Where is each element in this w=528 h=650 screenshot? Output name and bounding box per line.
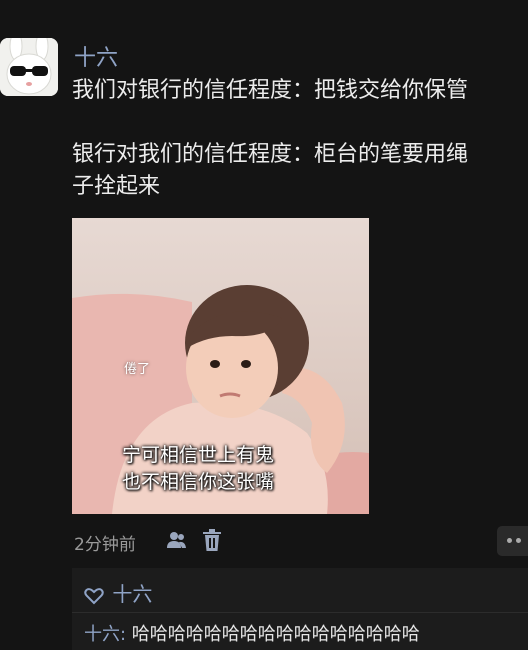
avatar[interactable] (0, 38, 58, 96)
heart-outline-icon (84, 587, 104, 604)
post-image[interactable]: 倦了 宁可相信世上有鬼 也不相信你这张嘴 (72, 218, 369, 514)
post-text-line-1: 我们对银行的信任程度：把钱交给你保管 (72, 78, 469, 103)
people-icon[interactable] (164, 528, 188, 552)
moments-post-page: 十六 我们对银行的信任程度：把钱交给你保管 银行对我们的信任程度：柜台的笔要用绳… (0, 0, 528, 650)
comment-separator: : (120, 624, 132, 645)
trash-icon[interactable] (201, 528, 223, 552)
more-icon[interactable] (497, 526, 528, 556)
post-timestamp: 2分钟前 (74, 535, 136, 555)
bunny-sunglasses-avatar-icon (0, 38, 58, 96)
more-dot-1 (507, 538, 512, 543)
image-caption-line-1: 宁可相信世上有鬼 (122, 444, 275, 466)
image-small-caption: 倦了 (124, 362, 151, 377)
comment-text: 哈哈哈哈哈哈哈哈哈哈哈哈哈哈哈哈 (131, 624, 420, 645)
post-author-name[interactable]: 十六 (74, 40, 118, 72)
image-caption-line-2: 也不相信你这张嘴 (122, 471, 275, 493)
comment-item[interactable]: 十六: 哈哈哈哈哈哈哈哈哈哈哈哈哈哈哈哈 (84, 620, 420, 646)
comment-author[interactable]: 十六 (84, 624, 120, 645)
liker-name[interactable]: 十六 (112, 582, 152, 606)
post-text-line-3: 子拴起来 (72, 174, 161, 199)
post-text-line-2: 银行对我们的信任程度：柜台的笔要用绳 (72, 142, 469, 167)
panel-divider (72, 612, 528, 613)
interaction-panel: 十六 十六: 哈哈哈哈哈哈哈哈哈哈哈哈哈哈哈哈 (72, 568, 528, 650)
likes-row: 十六 (84, 578, 152, 607)
more-dot-2 (516, 538, 521, 543)
